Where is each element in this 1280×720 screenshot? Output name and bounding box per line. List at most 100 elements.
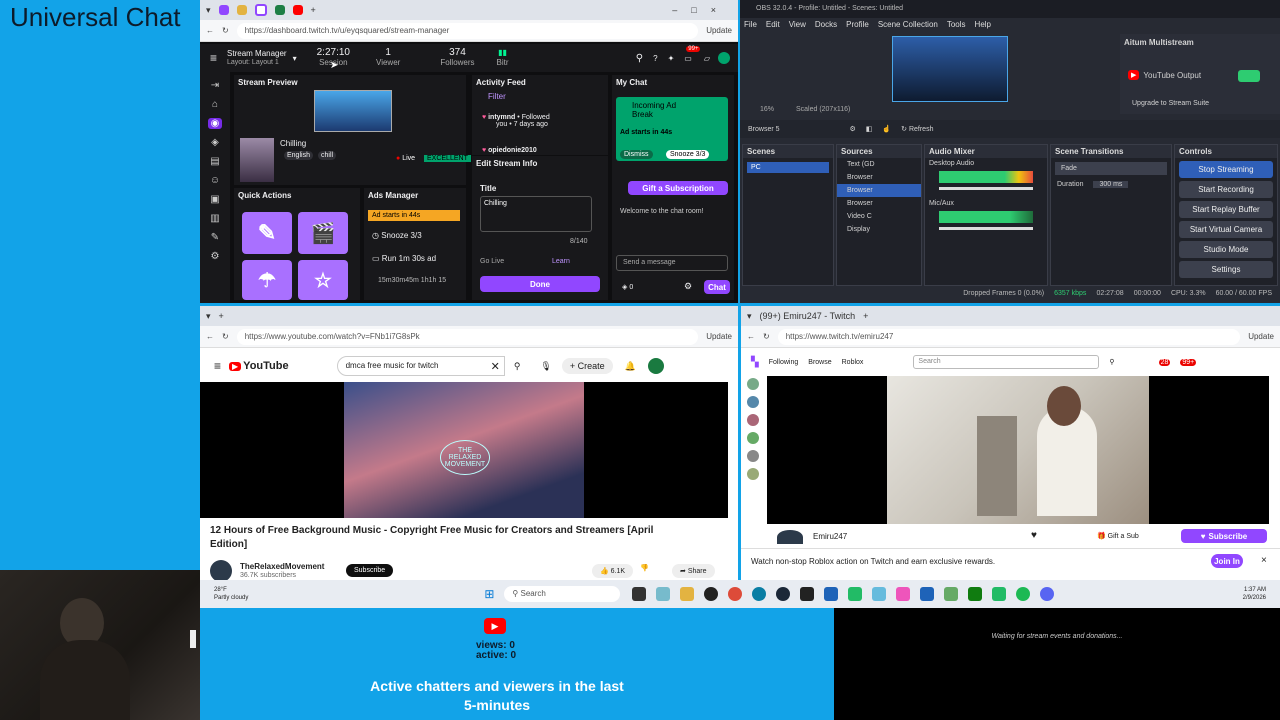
upgrade-button[interactable]: Upgrade to Stream Suite — [1132, 100, 1209, 107]
taskbar-search[interactable]: ⚲ Search — [504, 586, 621, 602]
broadcast-icon[interactable]: ◈ — [211, 137, 219, 148]
transition-select[interactable]: Fade — [1055, 162, 1167, 175]
spotify-icon[interactable] — [1016, 587, 1031, 601]
task-view-icon[interactable] — [632, 587, 647, 601]
update-button[interactable]: Update — [706, 332, 732, 341]
reload-icon[interactable]: ↻ — [222, 332, 229, 341]
tag-english[interactable]: English — [284, 151, 313, 160]
gift-sub-button[interactable]: 🎁 Gift a Sub — [1097, 532, 1139, 540]
activity-feed-header[interactable]: Activity Feed — [472, 75, 608, 90]
new-tab-icon[interactable]: + — [311, 5, 316, 15]
avatar[interactable] — [647, 358, 664, 374]
ads-manager-header[interactable]: Ads Manager — [364, 188, 466, 203]
twitch-video-player[interactable] — [767, 376, 1269, 524]
drop-action-button[interactable]: ☂ — [242, 260, 292, 300]
layout-chevron-icon[interactable]: ▾ — [293, 54, 297, 63]
followed-channel-avatar[interactable] — [747, 396, 759, 408]
followed-channel-avatar[interactable] — [747, 468, 759, 480]
followed-channel-avatar[interactable] — [747, 432, 759, 444]
star-action-button[interactable]: ☆ — [298, 260, 348, 300]
source-item[interactable]: Text (GD — [837, 158, 921, 171]
back-icon[interactable]: ← — [206, 26, 214, 35]
menu-tools[interactable]: Tools — [947, 20, 966, 29]
notif-badge[interactable]: 28 — [1158, 358, 1171, 366]
settings-button[interactable]: Settings — [1179, 261, 1273, 278]
stream-preview-header[interactable]: Stream Preview — [234, 75, 466, 90]
search-icon[interactable]: ⚲ — [636, 53, 643, 64]
youtube-logo[interactable]: ▶ YouTube — [229, 360, 289, 372]
subscribe-button[interactable]: ♥ Subscribe — [1181, 529, 1267, 543]
help-icon[interactable]: ? — [653, 54, 657, 63]
notifications-icon[interactable]: 🔔 — [625, 361, 636, 372]
avatar[interactable] — [718, 52, 730, 64]
tag-chill[interactable]: chill — [318, 151, 337, 160]
collapse-icon[interactable]: ⇥ — [211, 80, 219, 91]
menu-profile[interactable]: Profile — [846, 20, 869, 29]
learn-link[interactable]: Learn — [552, 258, 570, 265]
menu-view[interactable]: View — [789, 20, 806, 29]
channel-name[interactable]: TheRelaxedMovement — [240, 562, 324, 571]
start-recording-button[interactable]: Start Recording — [1179, 181, 1273, 198]
source-item[interactable]: Browser — [837, 197, 921, 210]
nav-browse[interactable]: Browse — [808, 359, 831, 366]
back-icon[interactable]: ← — [206, 332, 214, 341]
analytics-icon[interactable]: ▤ — [210, 156, 219, 167]
stream-manager-icon[interactable]: ◉ — [207, 118, 223, 129]
new-tab-icon[interactable]: + — [219, 311, 224, 321]
url-field[interactable]: https://www.twitch.tv/emiru247 — [777, 328, 1241, 345]
filters-icon[interactable]: ◧ — [866, 125, 873, 133]
video-player[interactable]: THE RELAXED MOVEMENT — [200, 382, 728, 518]
search-icon[interactable]: ⚲ — [1109, 358, 1114, 366]
close-icon[interactable]: × — [1261, 555, 1267, 566]
studio-mode-button[interactable]: Studio Mode — [1179, 241, 1273, 258]
like-button[interactable]: 👍 6.1K — [592, 564, 634, 578]
excel-tab-icon[interactable] — [274, 5, 285, 15]
reload-icon[interactable]: ↻ — [763, 332, 770, 341]
streamer-name[interactable]: Emiru247 — [813, 532, 847, 541]
search-icon[interactable]: ⚲ — [514, 361, 521, 372]
youtube-output-toggle[interactable] — [1238, 70, 1260, 82]
title-input[interactable]: Chilling — [480, 196, 592, 232]
twitch-tab-title[interactable]: (99+) Emiru247 - Twitch — [760, 311, 856, 321]
twitch-search-input[interactable]: Search — [913, 355, 1100, 369]
app-icon[interactable] — [992, 587, 1007, 601]
channel-points[interactable]: ◈ 0 — [622, 283, 633, 291]
chat-send-button[interactable]: Chat — [704, 280, 730, 294]
app-icon[interactable] — [944, 587, 959, 601]
gift-subscription-button[interactable]: Gift a Subscription — [628, 181, 728, 195]
menu-scene-collection[interactable]: Scene Collection — [878, 20, 938, 29]
edge-icon[interactable] — [752, 587, 767, 601]
youtube-tab-icon[interactable] — [292, 5, 303, 15]
update-button[interactable]: Update — [706, 26, 732, 35]
dislike-button[interactable]: 👎 — [640, 564, 649, 572]
tab-dropdown-icon[interactable]: ▾ — [206, 311, 211, 322]
dismiss-button[interactable]: Dismiss — [620, 150, 653, 159]
tab-dropdown-icon[interactable]: ▾ — [747, 311, 752, 322]
url-field[interactable]: https://www.youtube.com/watch?v=FNb1i7G8… — [236, 328, 699, 345]
channel-avatar[interactable] — [210, 560, 232, 580]
security-icon[interactable] — [824, 587, 839, 601]
refresh-button[interactable]: ↻ Refresh — [901, 125, 933, 133]
chat-bubble-icon[interactable]: ▱ — [704, 54, 710, 63]
window-controls[interactable]: –□× — [672, 5, 730, 15]
quick-actions-header[interactable]: Quick Actions — [234, 188, 360, 203]
replay-buffer-button[interactable]: Start Replay Buffer — [1179, 201, 1273, 218]
chrome-icon[interactable] — [728, 587, 743, 601]
weather-widget[interactable]: 28°F Partly cloudy — [214, 586, 248, 602]
explorer-icon[interactable] — [680, 587, 695, 601]
chat-settings-icon[interactable]: ⚙ — [684, 281, 692, 292]
properties-icon[interactable]: ⚙ — [850, 125, 856, 133]
scene-item-pc[interactable]: PC — [747, 162, 829, 173]
start-icon[interactable]: ⊞ — [484, 587, 494, 601]
extensions-icon[interactable]: ✎ — [211, 232, 219, 243]
search-input[interactable]: dmca free music for twitch — [336, 356, 505, 376]
edit-stream-info-header[interactable]: Edit Stream Info — [472, 156, 608, 171]
subscribe-button[interactable]: Subscribe — [346, 564, 394, 577]
obs-preview[interactable] — [892, 36, 1008, 102]
menu-help[interactable]: Help — [975, 20, 991, 29]
app-icon[interactable] — [848, 587, 863, 601]
nav-roblox[interactable]: Roblox — [842, 359, 864, 366]
folder-tab-icon[interactable] — [236, 5, 247, 15]
virtual-camera-button[interactable]: Start Virtual Camera — [1179, 221, 1273, 238]
twitch-logo-icon[interactable]: ▚ — [751, 357, 759, 368]
